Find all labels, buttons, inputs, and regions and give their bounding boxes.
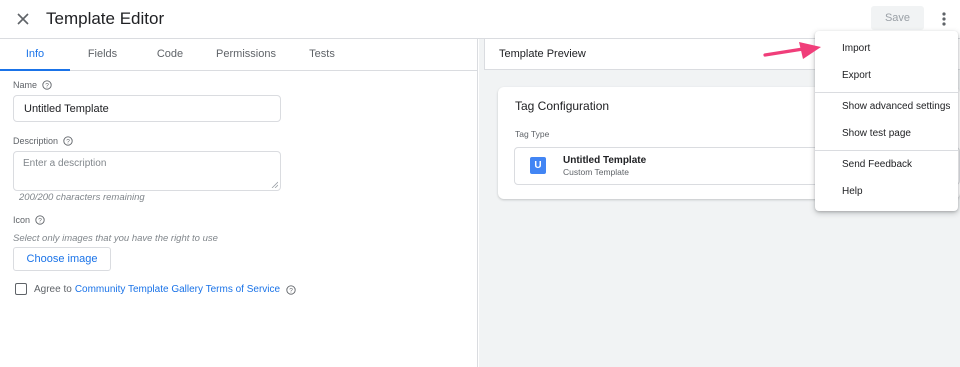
terms-checkbox[interactable]: [15, 283, 27, 295]
save-button[interactable]: Save: [871, 6, 924, 30]
more-vert-icon: [942, 12, 946, 26]
chars-remaining: 200/200 characters remaining: [19, 192, 145, 203]
preview-title: Template Preview: [499, 48, 586, 60]
tag-type-label: Tag Type: [515, 129, 550, 139]
annotation-arrow-icon: [763, 42, 821, 59]
svg-text:?: ?: [66, 138, 70, 145]
help-icon[interactable]: ?: [35, 215, 45, 225]
menu-item-show-advanced-settings[interactable]: Show advanced settings: [815, 95, 958, 117]
tag-kind: Custom Template: [563, 167, 629, 177]
icon-label-row: Icon ?: [13, 215, 45, 225]
menu-item-export[interactable]: Export: [815, 64, 958, 86]
tab-info[interactable]: Info: [0, 39, 70, 71]
help-icon[interactable]: ?: [286, 284, 296, 295]
tab-code[interactable]: Code: [140, 39, 200, 71]
close-button[interactable]: [12, 8, 34, 30]
svg-text:?: ?: [38, 217, 42, 224]
more-options-button[interactable]: [934, 8, 954, 30]
menu-item-help[interactable]: Help: [815, 180, 958, 202]
terms-agreement: Agree to Community Template Gallery Term…: [34, 284, 296, 295]
icon-hint: Select only images that you have the rig…: [13, 233, 218, 244]
icon-label: Icon: [13, 215, 31, 225]
card-title: Tag Configuration: [515, 99, 610, 113]
menu-divider: [815, 92, 958, 93]
template-badge-icon: U: [530, 157, 546, 174]
tab-tests[interactable]: Tests: [292, 39, 352, 71]
help-icon[interactable]: ?: [42, 80, 52, 90]
description-label-row: Description ?: [13, 136, 73, 146]
name-label-row: Name ?: [13, 80, 52, 90]
resize-grip-icon[interactable]: [271, 181, 278, 188]
page-title: Template Editor: [46, 9, 165, 28]
description-placeholder: Enter a description: [23, 158, 107, 169]
tab-fields[interactable]: Fields: [70, 39, 135, 71]
description-label: Description: [13, 136, 59, 146]
tab-bar: Info Fields Code Permissions Tests: [0, 39, 478, 71]
tag-name: Untitled Template: [563, 155, 647, 166]
description-input[interactable]: Enter a description: [13, 151, 281, 191]
svg-text:?: ?: [45, 82, 49, 89]
name-label: Name: [13, 80, 38, 90]
menu-item-send-feedback[interactable]: Send Feedback: [815, 153, 958, 175]
choose-image-button[interactable]: Choose image: [13, 247, 111, 271]
agree-prefix: Agree to: [34, 284, 72, 295]
terms-link[interactable]: Community Template Gallery Terms of Serv…: [75, 284, 280, 295]
help-icon[interactable]: ?: [63, 136, 73, 146]
menu-divider: [815, 150, 958, 151]
menu-item-show-test-page[interactable]: Show test page: [815, 122, 958, 144]
menu-item-import[interactable]: Import: [815, 37, 958, 59]
tab-permissions[interactable]: Permissions: [208, 39, 284, 71]
svg-text:?: ?: [289, 287, 293, 294]
more-options-menu: Import Export Show advanced settings Sho…: [815, 31, 958, 211]
editor-pane: Info Fields Code Permissions Tests Name …: [0, 39, 478, 367]
close-icon: [17, 13, 29, 25]
name-input[interactable]: Untitled Template: [13, 95, 281, 122]
